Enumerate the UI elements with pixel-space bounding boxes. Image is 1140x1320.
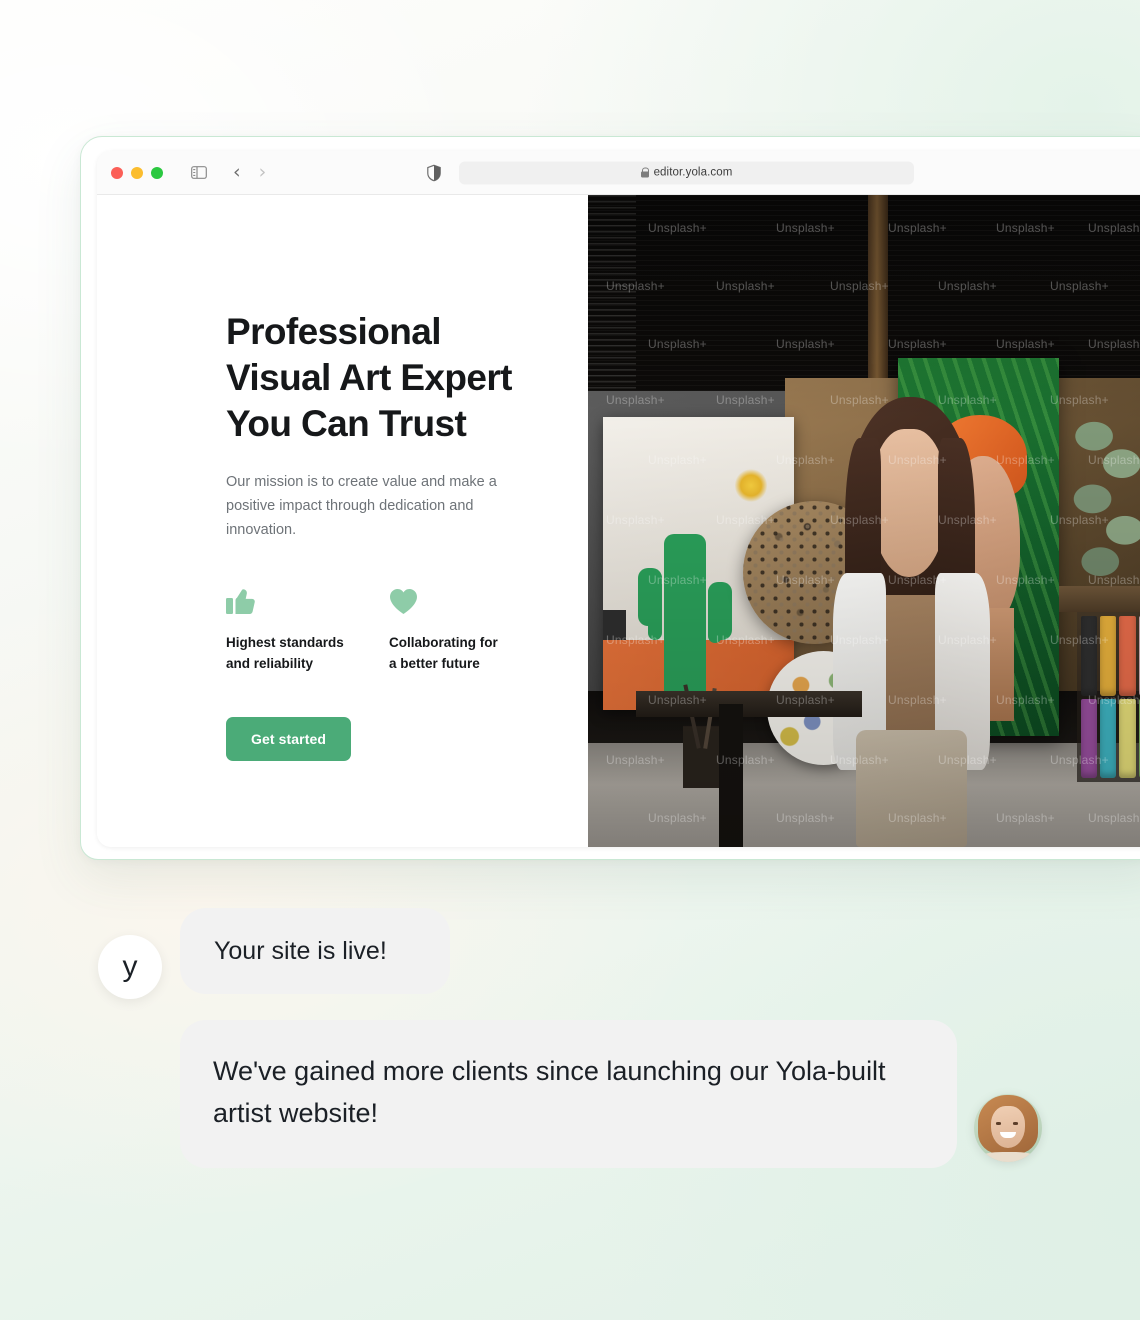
website-preview: Professional Visual Art Expert You Can T…: [97, 195, 1140, 847]
chat-bubble-customer: We've gained more clients since launchin…: [180, 1020, 957, 1168]
photo-vignette: [588, 195, 1140, 847]
get-started-button[interactable]: Get started: [226, 717, 352, 761]
close-window-button[interactable]: [111, 166, 123, 179]
address-bar-url: editor.yola.com: [653, 166, 733, 179]
chat-message-text: Your site is live!: [214, 936, 387, 965]
address-bar[interactable]: editor.yola.com: [459, 161, 914, 184]
browser-toolbar: ‹ › editor.yola.com: [97, 151, 1140, 195]
page-root: ‹ › editor.yola.com Professional Visual …: [0, 0, 1140, 1320]
sidebar-toggle-icon[interactable]: [191, 166, 207, 179]
studio-scene: [588, 195, 1140, 847]
back-icon[interactable]: ‹: [233, 163, 241, 182]
thumbs-up-icon: [226, 585, 389, 615]
browser-window-inner: ‹ › editor.yola.com Professional Visual …: [97, 151, 1140, 847]
feature-list: Highest standards and reliability Collab…: [226, 585, 588, 674]
window-controls: [111, 166, 163, 179]
page-title: Professional Visual Art Expert You Can T…: [226, 311, 513, 444]
customer-avatar: [974, 1094, 1042, 1162]
feature-label: Highest standards and reliability: [226, 635, 344, 671]
chat-bubble-yola: Your site is live!: [180, 908, 450, 994]
avatar-body: [982, 1152, 1034, 1162]
privacy-shield-icon[interactable]: [427, 164, 441, 181]
feature-label: Collaborating for a better future: [389, 635, 498, 671]
minimize-window-button[interactable]: [131, 166, 143, 179]
hero-subcopy: Our mission is to create value and make …: [226, 474, 497, 538]
lock-icon: [640, 167, 650, 178]
hero-text-column: Professional Visual Art Expert You Can T…: [97, 195, 588, 847]
maximize-window-button[interactable]: [151, 166, 163, 179]
chat-message-text: We've gained more clients since launchin…: [213, 1056, 886, 1128]
browser-window: ‹ › editor.yola.com Professional Visual …: [80, 136, 1140, 860]
avatar-eye: [1012, 1121, 1018, 1125]
feature-item: Collaborating for a better future: [389, 585, 552, 674]
forward-icon[interactable]: ›: [259, 163, 267, 182]
feature-item: Highest standards and reliability: [226, 585, 389, 674]
heart-icon: [389, 585, 552, 615]
hero-image: Unsplash+ Unsplash+ Unsplash+ Unsplash+ …: [588, 195, 1140, 847]
yola-logo-avatar: y: [98, 935, 162, 999]
navigation-buttons: ‹ ›: [233, 163, 266, 182]
avatar-eye: [996, 1121, 1002, 1125]
